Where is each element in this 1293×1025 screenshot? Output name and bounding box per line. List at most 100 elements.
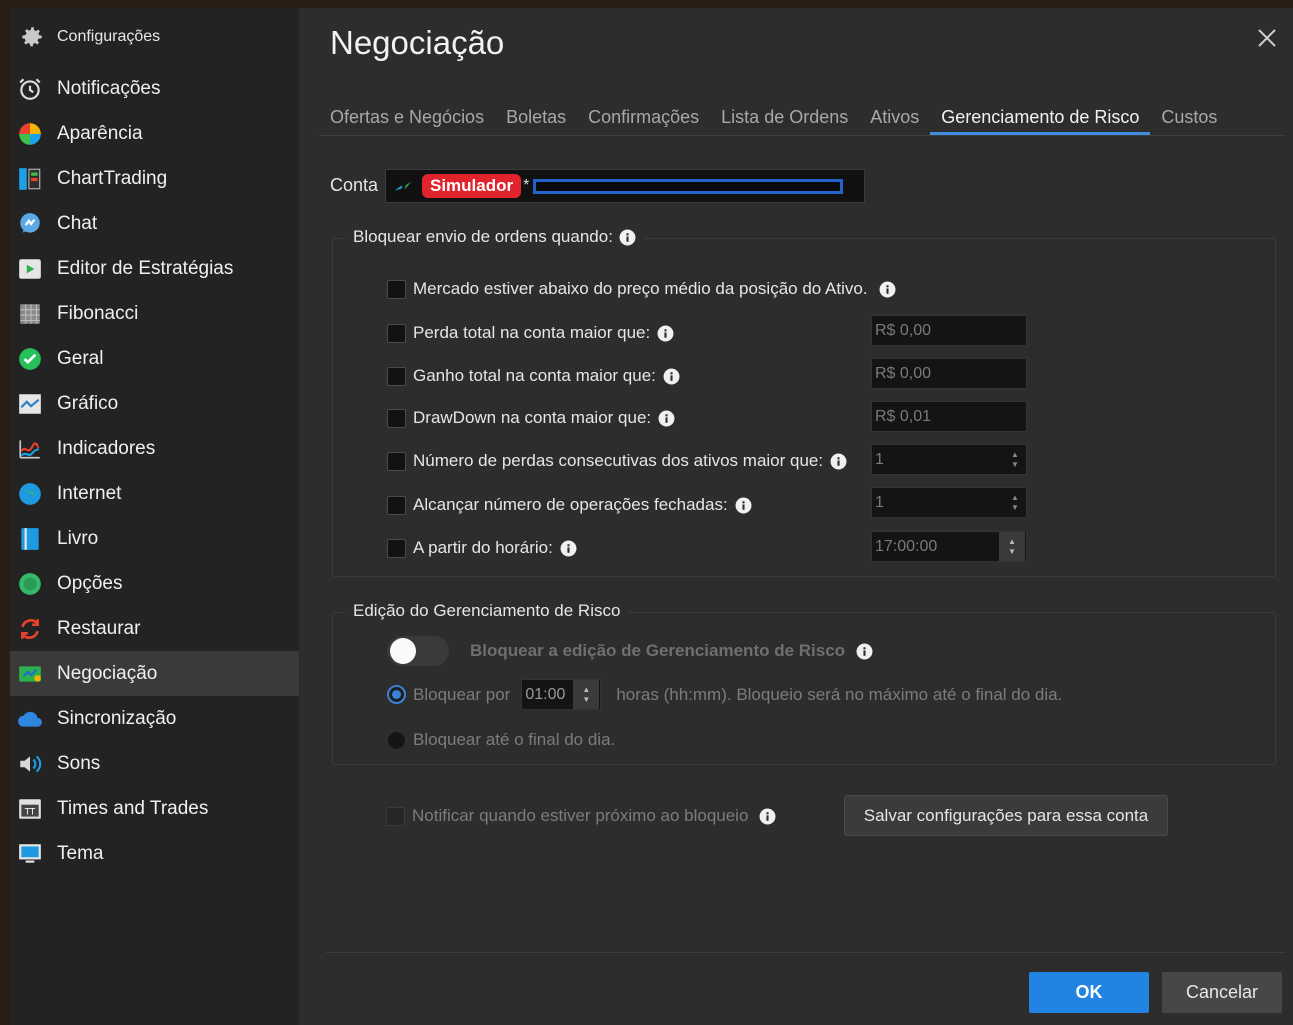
- sidebar-item-label: Times and Trades: [57, 797, 209, 819]
- mercado-abaixo-checkbox[interactable]: [387, 279, 406, 299]
- sidebar-item-label: Tema: [57, 842, 104, 864]
- sidebar-item-grafico[interactable]: Gráfico: [10, 381, 299, 426]
- perda-total-checkbox[interactable]: [387, 323, 406, 343]
- edit-risk-group: Edição do Gerenciamento de Risco Bloquea…: [332, 601, 1276, 765]
- restore-arrows-icon: [16, 615, 43, 642]
- sidebar-item-chat[interactable]: Chat: [10, 201, 299, 246]
- sidebar-item-label: Internet: [57, 482, 122, 504]
- sidebar-item-notificacoes[interactable]: Notificações: [10, 66, 299, 111]
- color-wheel-icon: [16, 120, 43, 147]
- perdas-consecutivas-stepper[interactable]: 1 ▲ ▼: [871, 444, 1027, 475]
- ganho-total-checkbox[interactable]: [387, 366, 406, 386]
- tab-custos[interactable]: Custos: [1150, 100, 1228, 135]
- page-title: Negociação: [330, 24, 505, 61]
- radio-label: Bloquear até o final do dia.: [413, 730, 616, 749]
- bloquear-por-radio[interactable]: [387, 685, 406, 704]
- sidebar-item-opcoes[interactable]: Opções: [10, 561, 299, 606]
- times-trades-icon: TT: [16, 795, 43, 822]
- spin-arrows-icon[interactable]: ▲ ▼: [573, 680, 600, 709]
- conta-name-field[interactable]: [533, 178, 844, 194]
- tab-lista-de-ordens[interactable]: Lista de Ordens: [710, 100, 859, 135]
- alarm-clock-icon: [16, 75, 43, 102]
- notificar-checkbox[interactable]: [386, 806, 405, 826]
- bloquear-por-suffix: horas (hh:mm). Bloqueio será no máximo a…: [616, 684, 1063, 704]
- spin-arrows-icon[interactable]: ▲ ▼: [999, 532, 1025, 561]
- horario-checkbox[interactable]: [387, 538, 406, 558]
- bloquear-final-dia-radio[interactable]: [387, 730, 406, 750]
- fibonacci-grid-icon: [16, 300, 43, 327]
- check-circle-icon: [16, 345, 43, 372]
- sidebar-item-label: Indicadores: [57, 437, 156, 459]
- sidebar-item-internet[interactable]: Internet: [10, 471, 299, 516]
- row-bloquear-edicao: Bloquear a edição de Gerenciamento de Ri…: [387, 636, 873, 666]
- sidebar-item-restaurar[interactable]: Restaurar: [10, 606, 299, 651]
- bloquear-por-time-input[interactable]: 01:00 ▲ ▼: [521, 679, 602, 710]
- main-panel: Negociação Ofertas e Negócios Boletas Co…: [299, 8, 1293, 1025]
- sidebar-item-label: Sincronização: [57, 707, 177, 729]
- sidebar-item-label: Opções: [57, 572, 123, 594]
- row-bloquear-final-dia: Bloquear até o final do dia.: [387, 730, 615, 750]
- footer-divider: [326, 952, 1285, 953]
- sidebar-item-label: Chat: [57, 212, 98, 234]
- sidebar: Configurações Notificações Aparência Cha…: [10, 8, 299, 1025]
- row-mercado-abaixo: Mercado estiver abaixo do preço médio da…: [387, 279, 896, 299]
- conta-selector[interactable]: Simulador *: [385, 169, 865, 203]
- tab-confirmacoes[interactable]: Confirmações: [577, 100, 710, 135]
- row-perda-total: Perda total na conta maior que:: [387, 323, 674, 343]
- spin-arrows-icon[interactable]: ▲ ▼: [1004, 445, 1026, 474]
- sidebar-item-label: Notificações: [57, 77, 161, 99]
- sidebar-item-geral[interactable]: Geral: [10, 336, 299, 381]
- sidebar-item-charttrading[interactable]: ChartTrading: [10, 156, 299, 201]
- radio-label: Bloquear por: [413, 684, 511, 704]
- options-circle-icon: [16, 570, 43, 597]
- row-drawdown: DrawDown na conta maior que:: [387, 408, 675, 428]
- group-title-text: Bloquear envio de ordens quando:: [353, 227, 613, 246]
- info-icon: [735, 497, 752, 514]
- sidebar-header: Configurações: [10, 8, 299, 66]
- block-orders-group-title: Bloquear envio de ordens quando:: [345, 227, 644, 247]
- trading-icon: [16, 660, 43, 687]
- sidebar-item-editor-de-estrategias[interactable]: Editor de Estratégias: [10, 246, 299, 291]
- cancel-button[interactable]: Cancelar: [1162, 972, 1282, 1013]
- chart-line-icon: [16, 390, 43, 417]
- row-horario: A partir do horário:: [387, 538, 577, 558]
- globe-icon: [16, 480, 43, 507]
- sidebar-item-livro[interactable]: Livro: [10, 516, 299, 561]
- sidebar-item-sincronizacao[interactable]: Sincronização: [10, 696, 299, 741]
- sidebar-item-fibonacci[interactable]: Fibonacci: [10, 291, 299, 336]
- tab-ativos[interactable]: Ativos: [859, 100, 930, 135]
- sidebar-item-label: ChartTrading: [57, 167, 168, 189]
- group-title-text: Edição do Gerenciamento de Risco: [353, 601, 621, 620]
- sidebar-item-sons[interactable]: Sons: [10, 741, 299, 786]
- horario-time-input[interactable]: 17:00:00 ▲ ▼: [871, 531, 1027, 562]
- sidebar-item-negociacao[interactable]: Negociação: [10, 651, 299, 696]
- info-icon: [879, 281, 896, 298]
- bloquear-edicao-toggle[interactable]: [387, 636, 449, 666]
- operacoes-fechadas-stepper[interactable]: 1 ▲ ▼: [871, 487, 1027, 518]
- perda-total-input[interactable]: R$ 0,00: [871, 315, 1027, 346]
- tab-gerenciamento-de-risco[interactable]: Gerenciamento de Risco: [930, 100, 1151, 135]
- drawdown-checkbox[interactable]: [387, 408, 406, 428]
- tab-ofertas-e-negocios[interactable]: Ofertas e Negócios: [319, 100, 495, 135]
- notificar-label: Notificar quando estiver próximo ao bloq…: [412, 806, 749, 825]
- close-button[interactable]: [1255, 26, 1279, 50]
- perdas-consecutivas-checkbox[interactable]: [387, 451, 406, 471]
- ganho-total-input[interactable]: R$ 0,00: [871, 358, 1027, 389]
- operacoes-fechadas-checkbox[interactable]: [387, 495, 406, 515]
- play-editor-icon: [16, 255, 43, 282]
- sidebar-item-times-and-trades[interactable]: TT Times and Trades: [10, 786, 299, 831]
- toggle-label: Bloquear a edição de Gerenciamento de Ri…: [470, 641, 846, 660]
- info-icon: [663, 368, 680, 385]
- spin-arrows-icon[interactable]: ▲ ▼: [1004, 488, 1026, 517]
- speaker-icon: [16, 750, 43, 777]
- save-account-settings-button[interactable]: Salvar configurações para essa conta: [844, 795, 1168, 836]
- field-value: R$ 0,01: [875, 407, 932, 425]
- block-orders-group: Bloquear envio de ordens quando: Mercado…: [332, 227, 1276, 577]
- sidebar-item-aparencia[interactable]: Aparência: [10, 111, 299, 156]
- sidebar-item-tema[interactable]: Tema: [10, 831, 299, 876]
- field-value: 1: [875, 493, 884, 511]
- drawdown-input[interactable]: R$ 0,01: [871, 401, 1027, 432]
- sidebar-item-indicadores[interactable]: Indicadores: [10, 426, 299, 471]
- ok-button[interactable]: OK: [1029, 972, 1149, 1013]
- tab-boletas[interactable]: Boletas: [495, 100, 577, 135]
